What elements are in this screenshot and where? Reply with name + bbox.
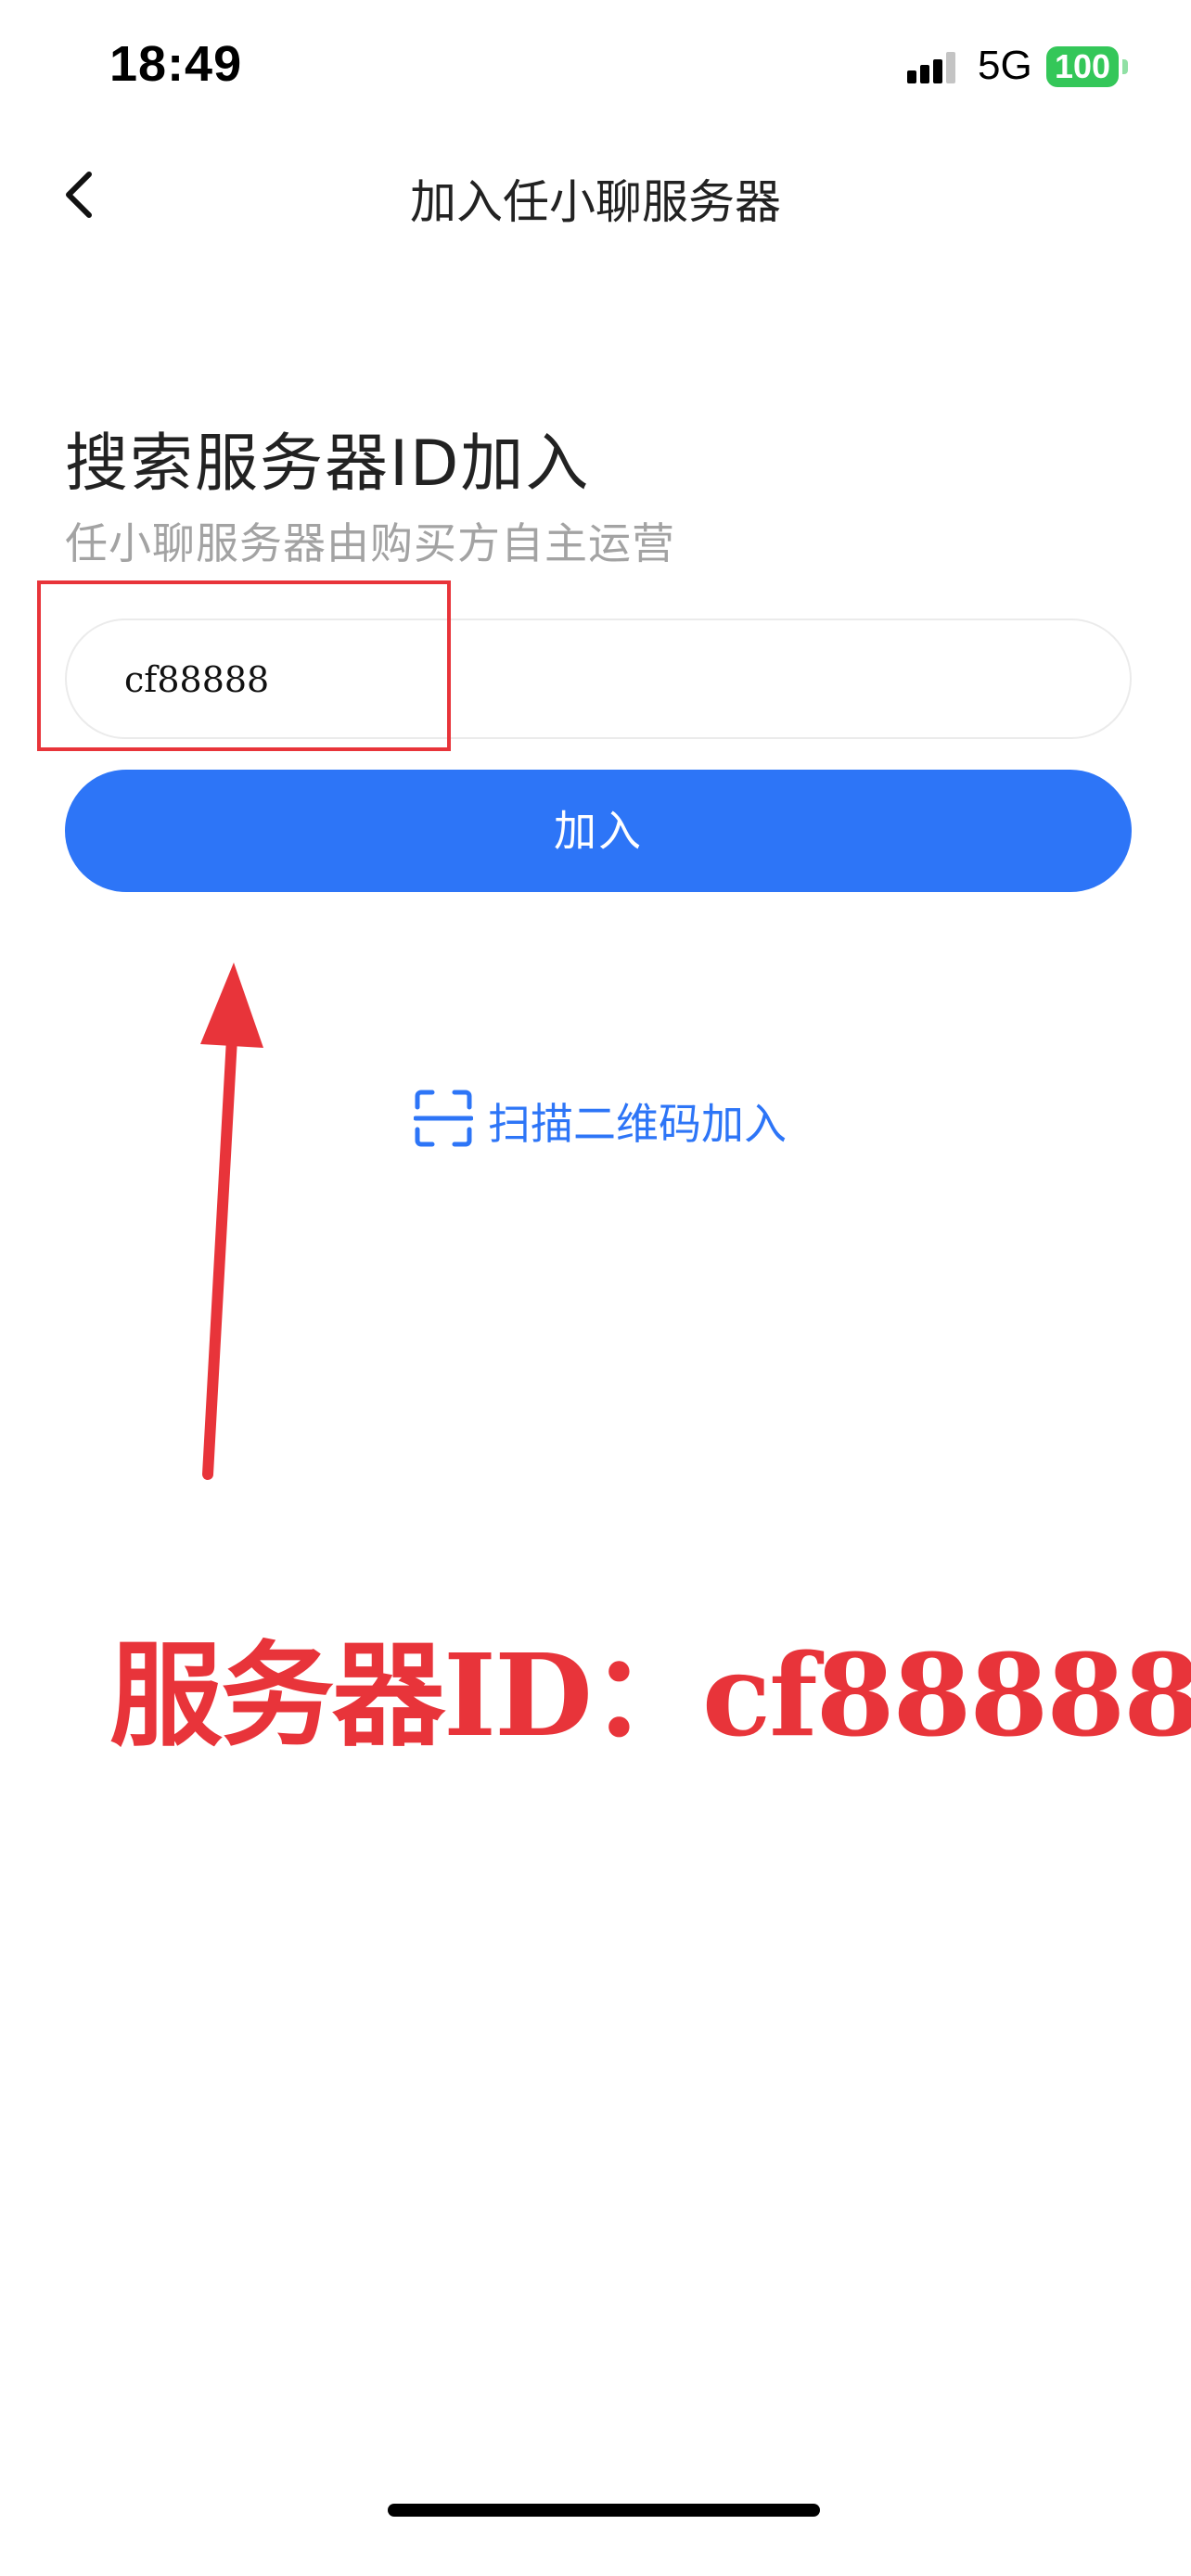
signal-icon (907, 52, 955, 83)
join-button[interactable]: 加入 (65, 770, 1132, 892)
battery-cap (1122, 59, 1128, 74)
status-time: 18:49 (109, 36, 243, 92)
section-heading: 搜索服务器ID加入 (65, 427, 591, 501)
scan-qr-label: 扫描二维码加入 (488, 1099, 787, 1149)
server-id-field[interactable] (65, 618, 1132, 739)
home-indicator (388, 2504, 820, 2517)
network-label: 5G (978, 43, 1032, 88)
annotation-caption: 服务器ID：cf88888 (109, 1628, 1191, 1762)
annotation-arrow-icon (200, 963, 263, 1480)
status-bar: 18:49 5G 100 (0, 0, 1191, 139)
scan-frame-icon (414, 1090, 473, 1147)
battery-icon: 100 (1046, 46, 1119, 87)
page-title: 加入任小聊服务器 (410, 175, 781, 229)
nav-bar: 加入任小聊服务器 (0, 148, 1191, 241)
server-id-input[interactable] (124, 652, 1052, 708)
section-subtitle: 任小聊服务器由购买方自主运营 (65, 518, 675, 568)
